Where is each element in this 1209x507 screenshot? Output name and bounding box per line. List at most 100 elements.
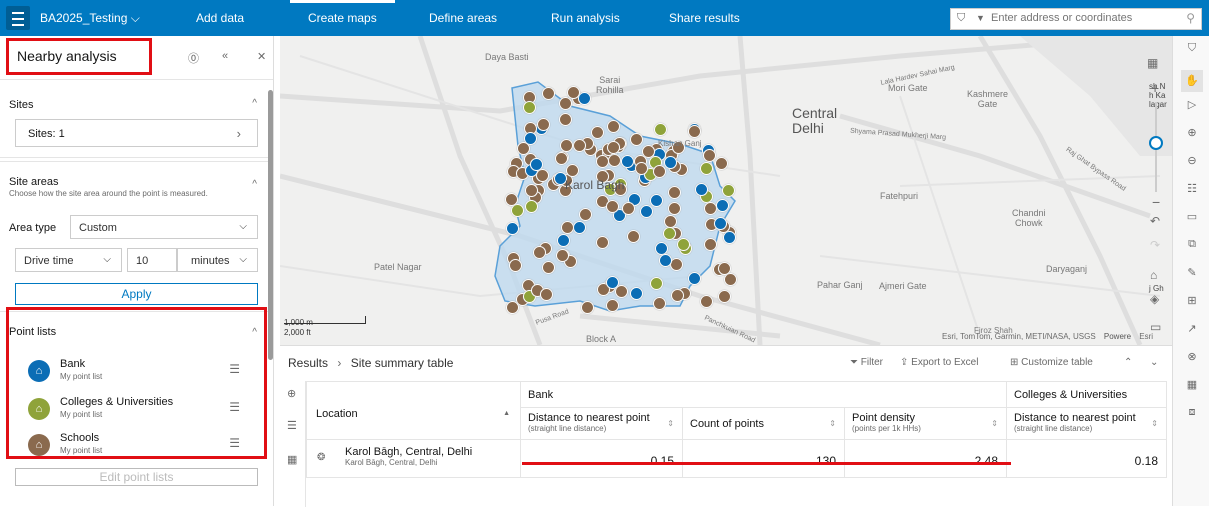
collapse-icon[interactable]: « [222,50,228,62]
chevron-up-icon[interactable]: ^ [252,179,257,190]
poi-marker[interactable] [529,158,543,172]
poi-marker[interactable] [558,97,572,111]
column-header[interactable]: Distance to nearest point (straight line… [520,407,683,440]
poi-marker[interactable] [654,241,668,255]
layers-icon[interactable]: ⧉ [1185,238,1199,252]
sort-icon[interactable]: ⇕ [1151,419,1158,428]
poi-marker[interactable] [652,297,666,311]
pin-icon[interactable]: ⛉ [1185,42,1199,56]
sort-icon[interactable]: ⇕ [667,419,674,428]
measure-icon[interactable]: ▭ [1185,210,1199,224]
zoom-to-icon[interactable]: ⊕ [287,387,296,400]
collapse-down-icon[interactable]: ⌄ [1150,357,1158,368]
poi-marker[interactable] [722,230,736,244]
poi-marker[interactable] [595,235,609,249]
home-icon[interactable]: ⌂ [1150,268,1157,282]
breadcrumb-results[interactable]: Results [288,356,328,370]
poi-marker[interactable] [652,164,666,178]
column-header[interactable]: Point density (points per 1k HHs) ⇕ [844,407,1007,440]
poi-marker[interactable] [721,184,735,198]
poi-marker[interactable] [595,154,609,168]
export-excel-button[interactable]: ⇪ Export to Excel [900,357,978,368]
unit-select[interactable]: minutes ⌵ [177,248,258,272]
poi-marker[interactable] [662,226,676,240]
poi-marker[interactable] [700,294,714,308]
poi-marker[interactable] [565,163,579,177]
poi-marker[interactable] [640,204,654,218]
zoom-in-icon[interactable]: + [1151,80,1159,96]
legend-icon[interactable]: ☷ [1185,182,1199,196]
poi-marker[interactable] [559,138,573,152]
sites-button[interactable]: Sites: 1 › [15,119,258,147]
poi-marker[interactable] [605,298,619,312]
list-view-icon[interactable]: ☰ [287,419,297,432]
project-selector[interactable]: BA2025_Testing ⌵ [40,11,140,26]
basemap-gallery-icon[interactable]: ▦ [1147,56,1158,70]
poi-marker[interactable] [606,199,620,213]
help-icon[interactable]: ⓪ [188,50,199,66]
table-icon[interactable]: ▦ [1185,378,1199,392]
column-header[interactable]: Count of points ⇕ [682,407,845,440]
customize-table-button[interactable]: ⊞ Customize table [1010,357,1093,368]
sketch-icon[interactable]: ✎ [1185,266,1199,280]
poi-marker[interactable] [541,86,555,100]
chevron-down-icon[interactable]: ▼ [976,13,985,23]
chevron-up-icon[interactable]: ^ [252,98,257,109]
search-icon[interactable]: ⚲ [1186,11,1195,25]
apply-button[interactable]: Apply [15,283,258,305]
poi-marker[interactable] [718,289,732,303]
edit-point-lists-button[interactable]: Edit point lists [15,468,258,486]
poi-marker[interactable] [634,161,648,175]
poi-marker[interactable] [717,261,731,275]
pan-icon[interactable]: ✋ [1181,70,1203,92]
select-icon[interactable]: ▷ [1185,98,1199,112]
poi-marker[interactable] [556,233,570,247]
zoom-in-tool-icon[interactable]: ⊕ [1185,126,1199,140]
panel-scrollbar[interactable] [268,90,273,360]
locate-icon[interactable]: ◈ [1150,292,1159,306]
sort-icon[interactable]: ⇕ [991,419,998,428]
sort-asc-icon[interactable]: ▲ [503,410,510,417]
export-icon[interactable]: ↗ [1185,322,1199,336]
close-icon[interactable]: ✕ [257,50,266,63]
nav-run-analysis[interactable]: Run analysis [551,11,620,25]
search-input[interactable] [991,12,1181,24]
menu-icon[interactable] [6,6,30,30]
add-note-icon[interactable]: ⊞ [1185,294,1199,308]
nav-add-data[interactable]: Add data [196,11,244,25]
poi-marker[interactable] [687,125,701,139]
zoom-out-icon[interactable]: − [1152,194,1160,210]
nav-share-results[interactable]: Share results [669,11,740,25]
zoom-slider-handle[interactable] [1149,136,1163,150]
poi-marker[interactable] [653,123,667,137]
poi-marker[interactable] [508,258,522,272]
undo-icon[interactable]: ↶ [1150,214,1160,228]
nav-define-areas[interactable]: Define areas [429,11,497,25]
poi-marker[interactable] [687,271,701,285]
poi-marker[interactable] [505,301,519,315]
area-type-select[interactable]: Custom ⌵ [70,215,258,239]
filter-button[interactable]: ⏷ Filter [850,357,883,368]
collapse-up-icon[interactable]: ⌃ [1124,357,1132,368]
export-icon: ⇪ [900,357,909,368]
drive-mode-select[interactable]: Drive time ⌵ [15,248,122,272]
poi-marker[interactable] [713,217,727,231]
location-pin-icon[interactable]: ⛉ [957,12,965,25]
data-icon[interactable]: ⧈ [1185,406,1199,420]
poi-marker[interactable] [536,118,550,132]
time-value-input[interactable]: 10 [127,248,177,272]
poi-marker[interactable] [558,112,572,126]
nav-create-maps[interactable]: Create maps [290,0,395,25]
map-view[interactable]: Daya Basti Sarai Rohilla Kishan Ganj Kar… [280,36,1172,345]
column-header[interactable]: Distance to nearest point (straight line… [1006,407,1167,440]
poi-marker[interactable] [590,126,604,140]
location-header[interactable]: Location ▲ [306,381,521,440]
table-row[interactable]: ❂ Karol Bāgh, Central, Delhi Karol Bāgh,… [306,439,1167,478]
poi-marker[interactable] [556,248,570,262]
zoom-out-tool-icon[interactable]: ⊖ [1185,154,1199,168]
close-circle-icon[interactable]: ⊗ [1185,350,1199,364]
sort-icon[interactable]: ⇕ [829,419,836,428]
poi-marker[interactable] [627,229,641,243]
table-view-icon[interactable]: ▦ [287,453,297,466]
redo-icon[interactable]: ↷ [1150,238,1160,252]
